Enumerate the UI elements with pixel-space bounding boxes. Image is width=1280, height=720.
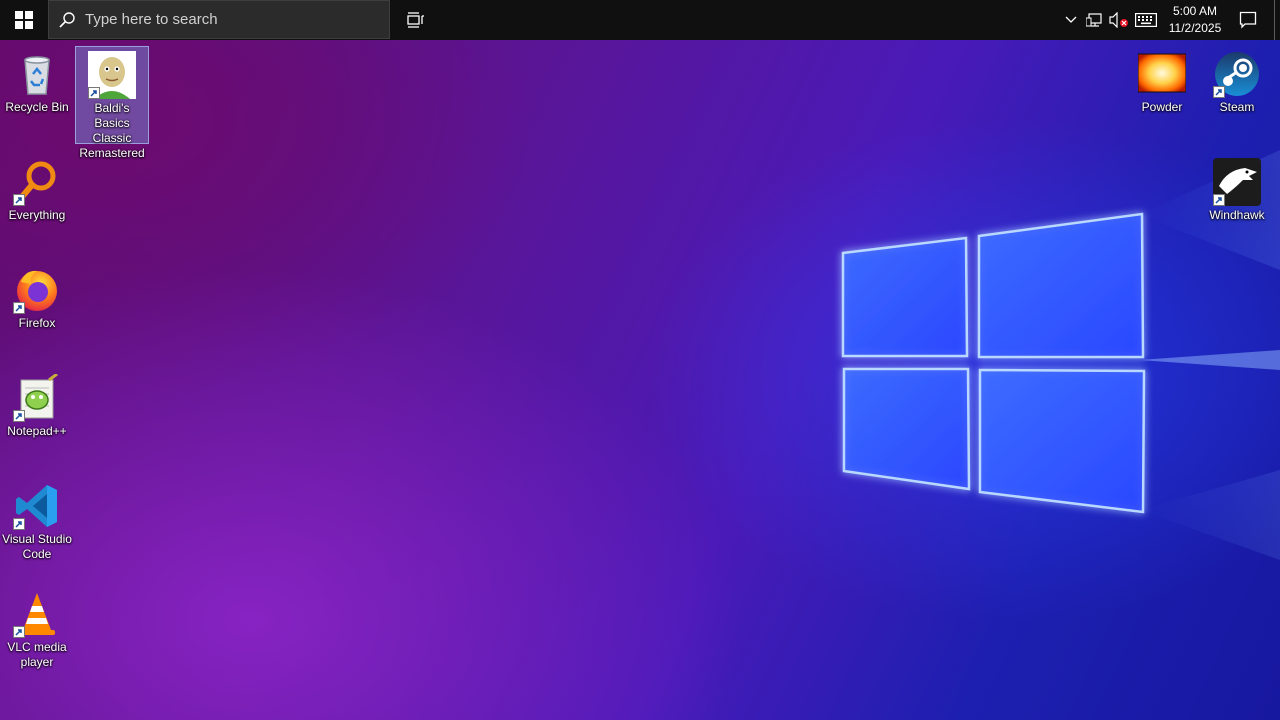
windows-start-icon [15,11,33,29]
firefox-icon [13,266,61,314]
desktop-icon-everything[interactable]: Everything [0,154,74,228]
volume-muted-icon [1109,12,1128,28]
desktop-icon-vlc[interactable]: VLC media player [0,586,74,676]
chevron-up-icon [1065,16,1077,23]
desktop-icon-label: Everything [8,208,66,222]
shortcut-arrow-icon [13,410,25,422]
shortcut-arrow-icon [1213,194,1225,206]
taskbar: Type here to search 5:00 AM 11/2/2025 [0,0,1280,40]
baldi-icon [88,51,136,99]
desktop-icon-firefox[interactable]: Firefox [0,262,74,336]
powder-icon [1138,50,1186,98]
desktop-icon-recycle-bin[interactable]: Recycle Bin [0,46,74,144]
steam-icon [1213,50,1261,98]
vscode-icon [13,482,61,530]
action-center-button[interactable] [1232,0,1264,40]
taskbar-search-box[interactable]: Type here to search [48,0,390,39]
task-view-icon [407,12,424,28]
desktop-icon-label: Powder [1141,100,1183,114]
desktop-icon-label: Windhawk [1209,208,1265,222]
volume-button[interactable] [1108,0,1130,40]
desktop-icon-label: Visual Studio Code [2,532,72,561]
windhawk-icon [1213,158,1261,206]
desktop-icon-label: VLC media player [7,640,67,669]
desktop-icon-baldis-basics[interactable]: Baldi's Basics Classic Remastered [75,46,149,160]
desktop-icon-powder[interactable]: Powder [1125,46,1199,120]
desktop-wallpaper [0,0,1280,720]
desktop-icon-label: Steam [1219,100,1255,114]
keyboard-icon [1135,13,1157,27]
notepadpp-icon [13,374,61,422]
shortcut-arrow-icon [88,87,100,99]
touch-keyboard-button[interactable] [1133,0,1159,40]
desktop-icon-label: Notepad++ [7,424,67,438]
desktop-icon-steam[interactable]: Steam [1200,46,1274,120]
clock-time: 5:00 AM [1172,4,1218,18]
desktop-icon-label: Baldi's Basics Classic Remastered [79,101,145,160]
desktop-icon-windhawk[interactable]: Windhawk [1200,154,1274,228]
show-desktop-button[interactable] [1274,0,1280,40]
start-button[interactable] [0,0,48,40]
network-icon [1086,13,1102,27]
shortcut-arrow-icon [13,518,25,530]
search-placeholder: Type here to search [85,11,218,28]
desktop-icon-vscode[interactable]: Visual Studio Code [0,478,74,568]
vlc-icon [13,590,61,638]
clock-date: 11/2/2025 [1168,21,1222,35]
desktop-icon-label: Recycle Bin [5,100,69,114]
shortcut-arrow-icon [1213,86,1225,98]
shortcut-arrow-icon [13,302,25,314]
show-hidden-icons-button[interactable] [1062,0,1080,40]
network-button[interactable] [1084,0,1106,40]
recycle-bin-icon [13,50,61,98]
notification-icon [1239,11,1257,29]
everything-icon [13,158,61,206]
search-icon [49,11,85,29]
shortcut-arrow-icon [13,626,25,638]
task-view-button[interactable] [400,0,432,40]
shortcut-arrow-icon [13,194,25,206]
desktop-icon-notepadpp[interactable]: Notepad++ [0,370,74,444]
taskbar-clock[interactable]: 5:00 AM 11/2/2025 [1160,0,1230,40]
windows-logo-wallpaper [841,150,1280,560]
desktop-icon-label: Firefox [18,316,56,330]
